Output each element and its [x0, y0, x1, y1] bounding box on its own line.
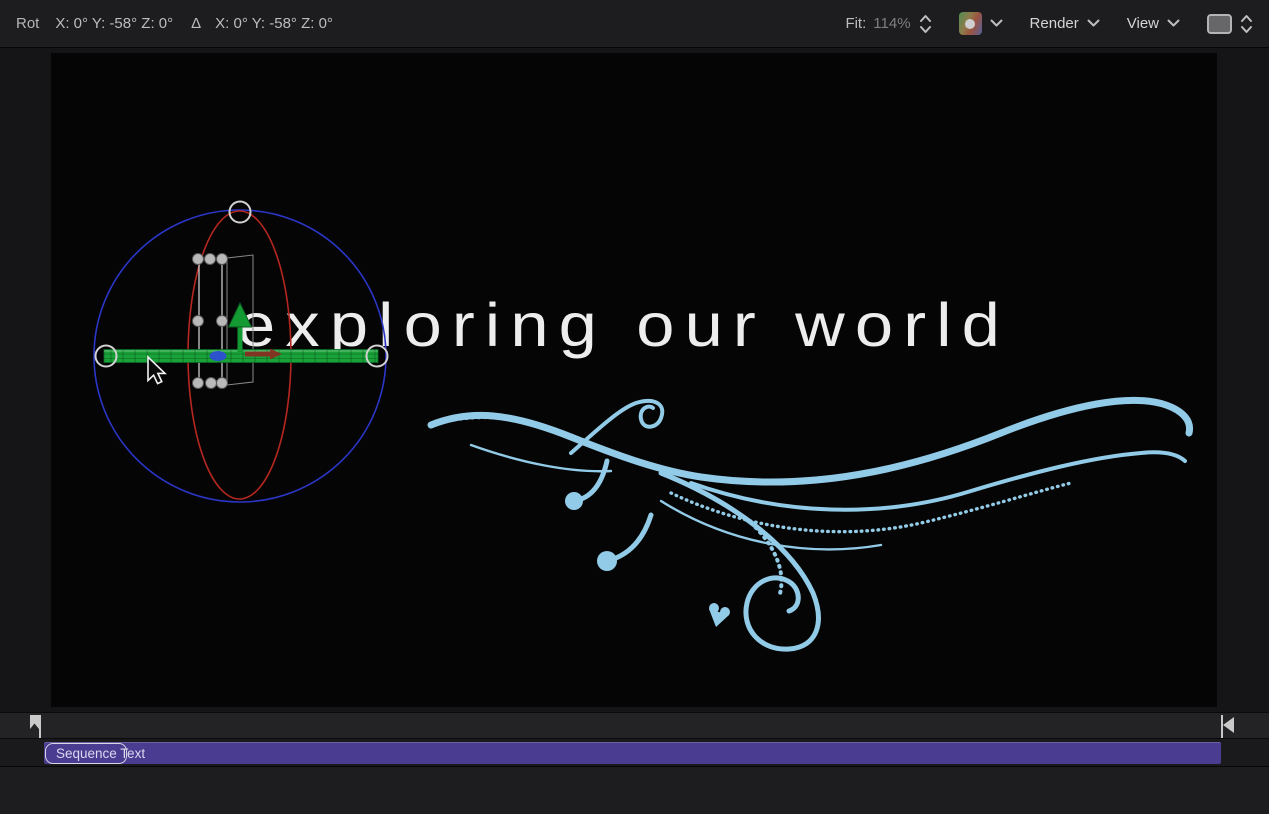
- mini-timeline-ruler[interactable]: [0, 712, 1269, 739]
- composition-canvas[interactable]: exploring our world: [51, 53, 1217, 707]
- fit-value: 114%: [873, 15, 910, 32]
- play-range-end-marker[interactable]: [1213, 714, 1237, 739]
- chevron-down-icon: [1087, 19, 1100, 28]
- mini-timeline-track: Sequence Text: [0, 739, 1269, 766]
- play-range-start-marker[interactable]: [27, 714, 47, 739]
- channels-control[interactable]: [959, 12, 1003, 35]
- zoom-control[interactable]: Fit: 114%: [845, 13, 931, 35]
- render-menu[interactable]: Render: [1030, 15, 1100, 32]
- viewport-layout-icon[interactable]: [1207, 14, 1232, 34]
- selection-box[interactable]: [193, 254, 228, 389]
- canvas-title-text[interactable]: exploring our world: [237, 291, 1010, 359]
- view-menu[interactable]: View: [1127, 15, 1180, 32]
- fit-label: Fit:: [845, 15, 866, 32]
- viewport-stepper-icon[interactable]: [1240, 13, 1253, 35]
- rot-values: X: 0° Y: -58° Z: 0°: [55, 15, 173, 32]
- gradient-dot: [965, 19, 975, 29]
- delta-symbol: Δ: [191, 15, 201, 32]
- flourish-graphic[interactable]: [431, 400, 1190, 649]
- status-toolbar: Rot X: 0° Y: -58° Z: 0° Δ X: 0° Y: -58° …: [0, 0, 1269, 48]
- delta-values: X: 0° Y: -58° Z: 0°: [215, 15, 333, 32]
- rot-label: Rot: [16, 15, 39, 32]
- motion-canvas-window: Rot X: 0° Y: -58° Z: 0° Δ X: 0° Y: -58° …: [0, 0, 1269, 814]
- viewport-layout-control[interactable]: [1207, 13, 1253, 35]
- chevron-down-icon[interactable]: [990, 19, 1003, 28]
- rotation-status: Rot X: 0° Y: -58° Z: 0° Δ X: 0° Y: -58° …: [16, 15, 333, 32]
- chevron-down-icon: [1167, 19, 1180, 28]
- render-label: Render: [1030, 15, 1079, 32]
- z-axis-indicator[interactable]: [210, 351, 227, 361]
- view-label: View: [1127, 15, 1159, 32]
- timeline-clip[interactable]: Sequence Text: [44, 742, 1221, 764]
- clip-selection-outline: [45, 743, 127, 764]
- color-channels-icon[interactable]: [959, 12, 982, 35]
- zoom-stepper-icon[interactable]: [919, 13, 932, 35]
- rotation-manipulator[interactable]: [94, 202, 388, 503]
- canvas-pasteboard: exploring our world: [0, 49, 1269, 712]
- tools-toolbar: T: [0, 766, 1269, 814]
